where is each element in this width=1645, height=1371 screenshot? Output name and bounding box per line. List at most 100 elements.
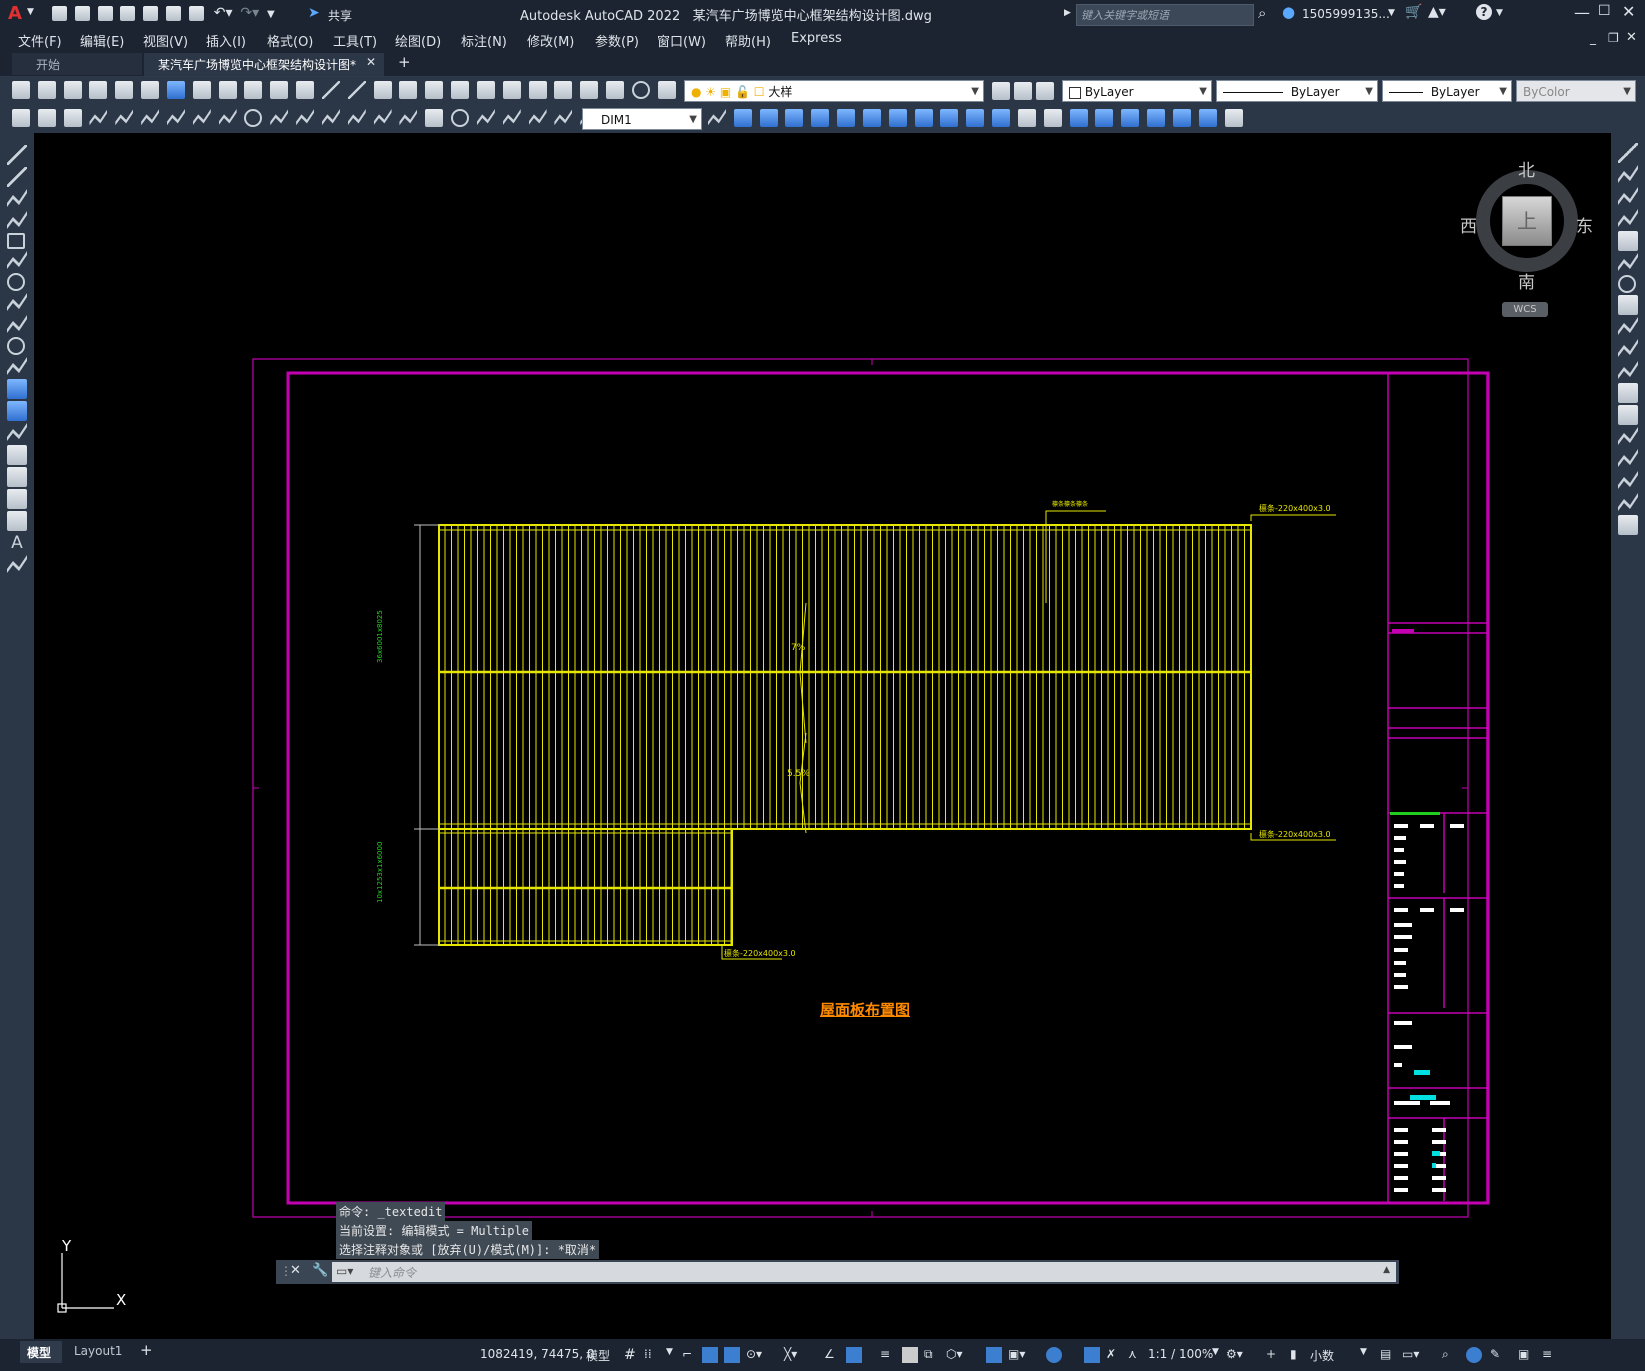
ellipse-icon[interactable] (7, 337, 25, 355)
command-input[interactable]: ▭▾ 键入命令 ▲ (332, 1262, 1396, 1282)
clean-screen-icon[interactable]: ✎ (1490, 1347, 1506, 1363)
model-space-button[interactable]: 模型 (586, 1347, 610, 1364)
aligned-dim-icon[interactable] (115, 109, 134, 126)
help-icon[interactable] (631, 81, 650, 99)
cut-icon[interactable] (192, 81, 211, 99)
maximize-window-icon[interactable]: ☐ (1598, 3, 1611, 19)
block-editor-icon[interactable] (296, 81, 315, 99)
revolve-icon[interactable] (837, 109, 856, 127)
extract-edges-icon[interactable] (1095, 109, 1114, 127)
lineweight-dropdown[interactable]: ByLayer ▼ (1382, 80, 1512, 102)
linear-dim-icon[interactable] (89, 109, 108, 126)
zoom-previous-icon[interactable] (451, 81, 470, 99)
selection-filter-icon[interactable]: ▣▾ (1008, 1347, 1025, 1363)
blend-curves-icon[interactable] (1618, 493, 1638, 511)
plot-icon[interactable] (188, 6, 204, 21)
gradient-icon[interactable] (7, 467, 27, 487)
tab-model[interactable]: 模型 (20, 1341, 62, 1363)
publish-icon[interactable] (141, 81, 160, 99)
search-box[interactable]: 键入关键字或短语 (1076, 4, 1254, 26)
add-selected-icon[interactable] (7, 555, 27, 573)
zoom-realtime-icon[interactable] (399, 81, 418, 99)
thicken-icon[interactable] (1172, 109, 1191, 127)
help-icon[interactable]: ? (1476, 4, 1492, 20)
snap-icon[interactable]: ⁞⁞ (644, 1347, 660, 1363)
menu-dimension[interactable]: 标注(N) (461, 31, 507, 50)
selection-cycling-icon[interactable]: ⧉ (924, 1347, 940, 1363)
search-icon[interactable]: ⌕ (1258, 4, 1266, 22)
insert-block-icon[interactable] (7, 379, 27, 399)
open-web-icon[interactable] (143, 6, 159, 21)
viewcube-west[interactable]: 西 (1460, 212, 1477, 237)
save-as-icon[interactable] (120, 6, 136, 21)
customization-icon[interactable]: ▣ (1518, 1347, 1534, 1363)
arc-icon[interactable] (7, 251, 27, 269)
plotstyle-dropdown[interactable]: ByColor ▼ (1516, 80, 1636, 102)
share-icon[interactable]: ➤ (308, 5, 320, 21)
command-line-close-icon[interactable]: ✕ (290, 1263, 301, 1278)
dim-text-edit-icon[interactable] (554, 109, 573, 126)
box-icon[interactable] (733, 109, 752, 127)
menu-parametric[interactable]: 参数(P) (595, 31, 639, 50)
calculator-icon[interactable] (606, 81, 625, 99)
hatch-icon[interactable] (7, 445, 27, 465)
app-menu-chevron-icon[interactable]: ▼ (27, 7, 34, 17)
sheet-set-icon[interactable] (554, 81, 573, 99)
dimstyle-dropdown[interactable]: DIM1 ▼ (582, 108, 702, 130)
region-icon[interactable] (7, 489, 27, 509)
isometric-icon[interactable]: ╳▾ (784, 1347, 800, 1363)
make-block-icon[interactable] (7, 401, 27, 421)
baseline-icon[interactable] (321, 109, 340, 126)
annotation-scale-icon[interactable]: ⋏ (1128, 1347, 1144, 1363)
dynamic-ucs-icon[interactable] (986, 1347, 1002, 1363)
offset-icon[interactable] (1618, 209, 1638, 227)
menu-draw[interactable]: 绘图(D) (395, 31, 441, 50)
menu-icon[interactable]: ≡ (1542, 1347, 1558, 1363)
arc-length-icon[interactable] (141, 109, 160, 126)
minimize-window-icon[interactable]: — (1574, 3, 1590, 22)
doc-close-icon[interactable]: ✕ (1626, 30, 1637, 45)
doc-minimize-icon[interactable]: _ (1590, 31, 1596, 45)
center-mark-icon[interactable] (451, 109, 470, 127)
qnew-icon[interactable] (12, 81, 30, 99)
menu-express[interactable]: Express (791, 31, 842, 46)
tolerance-icon[interactable] (425, 109, 444, 127)
fillet-edge-icon[interactable] (1043, 109, 1062, 127)
menu-edit[interactable]: 编辑(E) (80, 31, 124, 50)
scale-icon[interactable] (1618, 295, 1638, 315)
extend-icon[interactable] (1618, 361, 1638, 379)
layer-previous-icon[interactable] (1014, 82, 1032, 100)
revision-cloud-icon[interactable] (7, 293, 27, 311)
move-icon[interactable] (1618, 253, 1638, 271)
cart-icon[interactable]: 🛒 (1405, 4, 1422, 20)
command-scroll-icon[interactable]: ▲ (1383, 1265, 1390, 1275)
ellipse-arc-icon[interactable] (7, 357, 27, 375)
object-snap-tracking-icon[interactable]: ∠ (824, 1347, 840, 1363)
point-icon[interactable] (7, 423, 27, 441)
dim-style-icon[interactable] (708, 109, 726, 126)
array-icon[interactable] (1618, 231, 1638, 251)
viewcube-top-face[interactable]: 上 (1502, 196, 1552, 246)
angular-icon[interactable] (270, 109, 289, 126)
infer-constraints-icon[interactable]: ⌐ (682, 1347, 698, 1363)
annotation-scale-value[interactable]: 1:1 / 100% (1148, 1347, 1213, 1361)
color-dropdown[interactable]: ByLayer ▼ (1062, 80, 1212, 102)
lock-ui-icon[interactable]: ▭▾ (1402, 1347, 1419, 1363)
undo-icon[interactable] (321, 81, 340, 99)
line-icon[interactable] (7, 145, 27, 165)
hardware-acceleration-icon[interactable] (1466, 1347, 1482, 1363)
match-properties-icon[interactable] (270, 81, 289, 99)
rectangle-icon[interactable] (7, 233, 25, 249)
command-line-settings-icon[interactable]: 🔧 (312, 1263, 328, 1278)
paste-icon[interactable] (244, 81, 263, 99)
zoom-window-icon[interactable] (425, 81, 444, 99)
workspace-gear-icon[interactable]: ⚙▾ (1226, 1347, 1243, 1363)
join-icon[interactable] (1618, 427, 1638, 445)
fillet-icon[interactable] (1618, 471, 1638, 489)
menu-modify[interactable]: 修改(M) (527, 31, 574, 50)
wcs-menu[interactable]: WCS (1502, 302, 1548, 317)
radius-icon[interactable] (192, 109, 211, 126)
pan-icon[interactable] (373, 81, 392, 99)
3d-dwf-icon[interactable] (166, 81, 185, 99)
sweep-icon[interactable] (862, 109, 881, 127)
